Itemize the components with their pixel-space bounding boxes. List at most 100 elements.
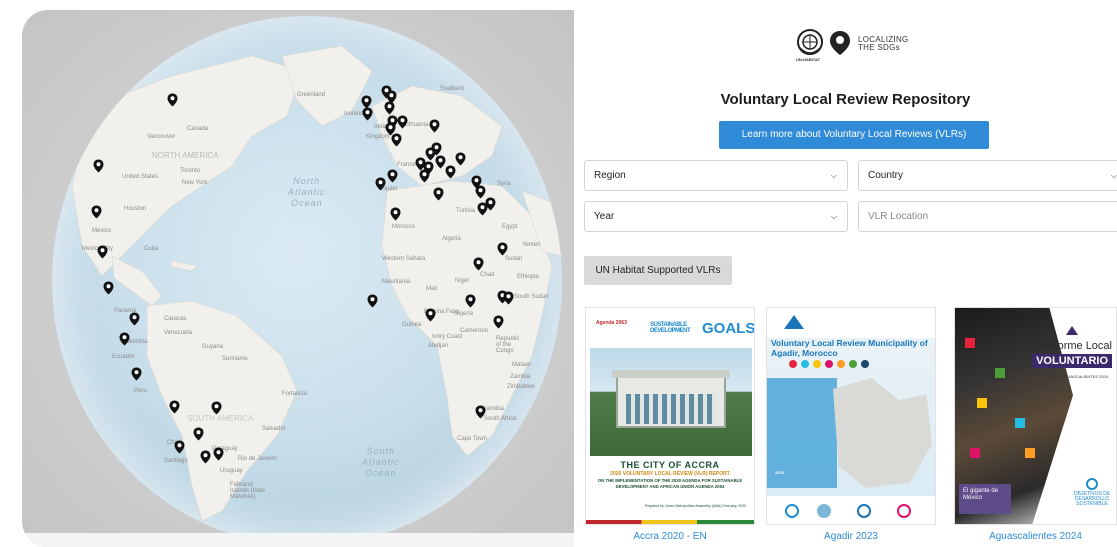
map-marker-icon[interactable] [213, 447, 224, 461]
map-label: Western Sahara [382, 256, 426, 262]
map-marker-icon[interactable] [425, 308, 436, 322]
map-label: France [397, 162, 416, 168]
card-caption-aguascalientes[interactable]: Aguascalientes 2024 [954, 531, 1117, 542]
sdg-goals-text: GOALS [702, 320, 755, 337]
map-marker-icon[interactable] [97, 245, 108, 259]
map-marker-icon[interactable] [497, 242, 508, 256]
map-label: NORTH AMERICA [152, 151, 219, 160]
country-select[interactable]: Country ⌵ [858, 160, 1117, 191]
agenda-2063-label: Agenda 2063 [596, 320, 627, 326]
year-select[interactable]: Year ⌵ [584, 201, 848, 232]
map-marker-icon[interactable] [131, 367, 142, 381]
globe-map[interactable]: North Atlantic Ocean South Atlantic Ocea… [52, 16, 562, 546]
map-marker-icon[interactable] [465, 294, 476, 308]
map-marker-icon[interactable] [390, 207, 401, 221]
ocean-label-south-atlantic: South Atlantic Ocean [362, 446, 400, 478]
map-bottom-shade [22, 533, 574, 547]
map-label: Vancouver [147, 134, 176, 140]
un-habitat-supported-button[interactable]: UN Habitat Supported VLRs [584, 256, 732, 285]
chevron-down-icon: ⌵ [830, 212, 837, 221]
map-panel[interactable]: North Atlantic Ocean South Atlantic Ocea… [22, 10, 574, 547]
cover-prepared-by: Prepared by: Accra Metropolitan Assembly… [644, 504, 746, 508]
map-label: Svalbard [440, 86, 464, 92]
map-label: Egypt [502, 224, 518, 230]
map-marker-icon[interactable] [174, 440, 185, 454]
vlr-card-agadir[interactable]: Voluntary Local Review Municipality of A… [766, 307, 936, 525]
map-marker-icon[interactable] [433, 187, 444, 201]
map-marker-icon[interactable] [493, 315, 504, 329]
map-label: Caracas [164, 316, 187, 322]
building-image [612, 370, 730, 428]
map-label: Cameroon [460, 328, 489, 334]
map-marker-icon[interactable] [362, 107, 373, 121]
map-label: Cuba [144, 246, 159, 252]
map-marker-icon[interactable] [169, 400, 180, 414]
map-marker-icon[interactable] [455, 152, 466, 166]
map-marker-icon[interactable] [475, 405, 486, 419]
map-marker-icon[interactable] [193, 427, 204, 441]
map-label: Mexico [92, 228, 112, 234]
un-habitat-logo[interactable]: UN-HABITAT LOCALIZING THE SDGs [796, 28, 926, 64]
map-label: South Africa [484, 416, 517, 422]
map-marker-icon[interactable] [211, 401, 222, 415]
map-label: Niger [455, 278, 470, 284]
map-label: Syria [497, 181, 511, 187]
un-emblem-icon [797, 29, 823, 55]
map-marker-icon[interactable] [167, 93, 178, 107]
map-marker-icon[interactable] [93, 159, 104, 173]
map-marker-icon[interactable] [129, 312, 140, 326]
map-marker-icon[interactable] [419, 169, 430, 183]
map-marker-icon[interactable] [367, 294, 378, 308]
map-label: Morocco [392, 224, 416, 230]
map-label: Venezuela [164, 330, 193, 336]
map-label: Zambia [510, 374, 531, 380]
map-label: New York [182, 180, 208, 186]
map-marker-icon[interactable] [477, 202, 488, 216]
map-marker-icon[interactable] [429, 119, 440, 133]
cover-title: Voluntary Local Review Municipality of A… [771, 338, 928, 358]
location-pin-icon [830, 31, 850, 55]
map-label: United States [122, 174, 159, 180]
map-marker-icon[interactable] [200, 450, 211, 464]
learn-more-button[interactable]: Learn more about Voluntary Local Reviews… [719, 121, 989, 149]
map-label: Ecuador [112, 354, 135, 360]
ocean-label-north-atlantic: North Atlantic Ocean [288, 176, 326, 208]
map-label: Zimbabwe [507, 384, 535, 390]
card-caption-agadir[interactable]: Agadir 2023 [766, 531, 936, 542]
map-label: Nigeria [454, 311, 474, 317]
sdg-dots [789, 360, 869, 368]
map-label: Guyana [202, 344, 224, 350]
vlr-card-accra[interactable]: Agenda 2063 SUSTAINABLE DEVELOPMENT GOAL… [585, 307, 755, 525]
region-select[interactable]: Region ⌵ [584, 160, 848, 191]
gigante-logo: El gigante de México [959, 484, 1011, 514]
map-label: Chad [480, 272, 495, 278]
map-marker-icon[interactable] [391, 133, 402, 147]
cover-footer-logos [767, 496, 935, 524]
map-marker-icon[interactable] [503, 291, 514, 305]
map-marker-icon[interactable] [397, 115, 408, 129]
map-marker-icon[interactable] [387, 169, 398, 183]
map-marker-icon[interactable] [375, 177, 386, 191]
map-label: Cape Town [457, 436, 487, 442]
map-label: Ethiopia [517, 274, 539, 280]
map-marker-icon[interactable] [384, 101, 395, 115]
cover-header: Agenda 2063 SUSTAINABLE DEVELOPMENT GOAL… [586, 308, 754, 344]
map-marker-icon[interactable] [119, 332, 130, 346]
map-label: Toronto [180, 168, 201, 174]
map-label: Abidjan [428, 343, 449, 349]
chevron-down-icon: ⌵ [830, 171, 837, 180]
map-marker-icon[interactable] [445, 165, 456, 179]
map-marker-icon[interactable] [103, 281, 114, 295]
cover-title: THE CITY OF ACCRA [620, 460, 720, 470]
cover-photo [590, 348, 752, 456]
agadir-emblem-icon [784, 315, 804, 329]
vlr-card-aguascalientes[interactable]: Informe Local VOLUNTARIO AGUASCALIENTES … [954, 307, 1117, 525]
vlr-location-input[interactable]: VLR Location [858, 201, 1117, 232]
map-marker-icon[interactable] [91, 205, 102, 219]
card-caption-accra[interactable]: Accra 2020 - EN [585, 531, 755, 542]
map-label: Guinea [402, 322, 422, 328]
map-label: Santiago [164, 458, 188, 464]
map-label: Rio de Janeiro [238, 456, 277, 462]
map-marker-icon[interactable] [473, 257, 484, 271]
map-label: Ivory Coast [432, 334, 463, 340]
